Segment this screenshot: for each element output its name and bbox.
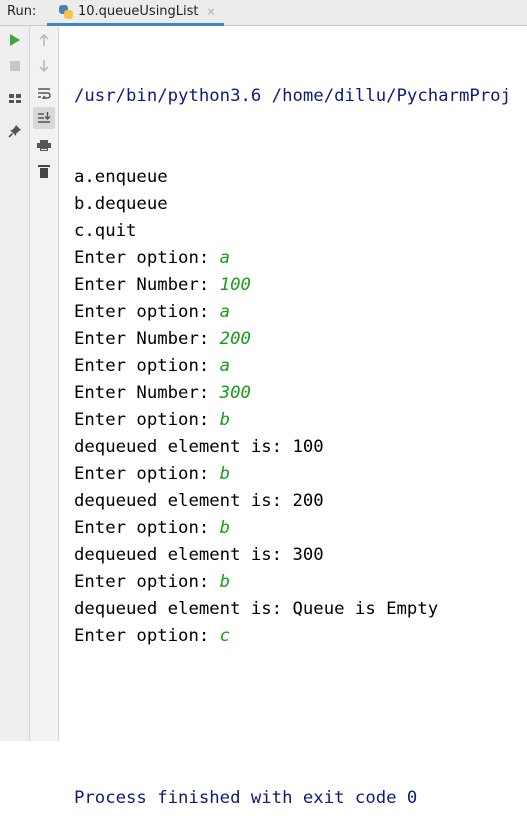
- console-output-text: Enter option:: [74, 248, 220, 268]
- console-line: b.dequeue: [74, 191, 524, 218]
- console-line: Enter Number: 200: [74, 326, 524, 353]
- stop-icon[interactable]: [4, 55, 26, 77]
- print-icon[interactable]: [33, 134, 55, 156]
- up-arrow-icon[interactable]: [33, 29, 55, 51]
- console-line: Enter option: a: [74, 299, 524, 326]
- rerun-icon[interactable]: [4, 29, 26, 51]
- run-actions-toolbar: [0, 26, 30, 741]
- console-line: Enter option: a: [74, 353, 524, 380]
- console-output-text: dequeued element is: 200: [74, 491, 324, 511]
- console-output-text: Enter option:: [74, 626, 220, 646]
- console-output-text: dequeued element is: 100: [74, 437, 324, 457]
- console-line: Enter option: b: [74, 461, 524, 488]
- console-user-input: a: [219, 248, 231, 268]
- console-user-input: a: [219, 356, 231, 376]
- console-line: Enter option: b: [74, 515, 524, 542]
- console-output-text: Enter option:: [74, 518, 220, 538]
- console-output-text: dequeued element is: 300: [74, 545, 324, 565]
- console-line: c.quit: [74, 218, 524, 245]
- console-line: dequeued element is: 200: [74, 488, 524, 515]
- close-tab-icon[interactable]: ×: [207, 5, 216, 18]
- console-line: Enter option: b: [74, 407, 524, 434]
- down-arrow-icon[interactable]: [33, 55, 55, 77]
- console-output-text: Enter Number:: [74, 275, 220, 295]
- console-line: Enter option: c: [74, 623, 524, 650]
- console-line: Enter option: b: [74, 569, 524, 596]
- console-line: dequeued element is: Queue is Empty: [74, 596, 524, 623]
- console-output-text: Enter option:: [74, 572, 220, 592]
- console-user-input: 300: [219, 383, 251, 403]
- exit-message: Process finished with exit code 0: [74, 788, 418, 808]
- console-output-text: Enter option:: [74, 464, 220, 484]
- console-line: Enter Number: 100: [74, 272, 524, 299]
- run-tool-window-header: Run: 10.queueUsingList ×: [0, 0, 527, 26]
- run-label: Run:: [7, 4, 37, 19]
- console-line: Enter option: a: [74, 245, 524, 272]
- console-line: dequeued element is: 300: [74, 542, 524, 569]
- console-user-input: 100: [219, 275, 251, 295]
- soft-wrap-icon[interactable]: [33, 82, 55, 104]
- console-output-text: a.enqueue: [74, 167, 168, 187]
- console-user-input: b: [219, 518, 231, 538]
- run-tab-title: 10.queueUsingList: [78, 4, 199, 19]
- console-user-input: b: [219, 464, 231, 484]
- console-output-text: Enter Number:: [74, 383, 220, 403]
- console-output-text: Enter Number:: [74, 329, 220, 349]
- console-lines: a.enqueue b.dequeue c.quit Enter option: aE…: [74, 164, 524, 650]
- console-output-text: Enter option:: [74, 302, 220, 322]
- pin-tab-icon[interactable]: [4, 120, 26, 142]
- console-user-input: a: [219, 302, 231, 322]
- console-output-text: dequeued element is: Queue is Empty: [74, 599, 439, 619]
- console-line: Enter Number: 300: [74, 380, 524, 407]
- trash-icon[interactable]: [33, 160, 55, 182]
- console-output-text: Enter option:: [74, 410, 220, 430]
- console-output-text: c.quit: [74, 221, 137, 241]
- console-user-input: b: [219, 572, 231, 592]
- console-user-input: c: [219, 626, 231, 646]
- console-line: a.enqueue: [74, 164, 524, 191]
- console-output-text: b.dequeue: [74, 194, 168, 214]
- python-file-icon: [59, 4, 73, 19]
- console-user-input: b: [219, 410, 231, 430]
- console-user-input: 200: [219, 329, 251, 349]
- run-command-line: /usr/bin/python3.6 /home/dillu/PycharmPr…: [74, 86, 511, 106]
- restore-layout-icon[interactable]: [4, 87, 26, 109]
- console-line: dequeued element is: 100: [74, 434, 524, 461]
- console-actions-toolbar: [30, 26, 59, 741]
- console-output-text: Enter option:: [74, 356, 220, 376]
- run-tab-queue-using-list[interactable]: 10.queueUsingList ×: [47, 0, 224, 26]
- console-output[interactable]: /usr/bin/python3.6 /home/dillu/PycharmPr…: [74, 29, 524, 839]
- scroll-to-end-icon[interactable]: [33, 107, 55, 129]
